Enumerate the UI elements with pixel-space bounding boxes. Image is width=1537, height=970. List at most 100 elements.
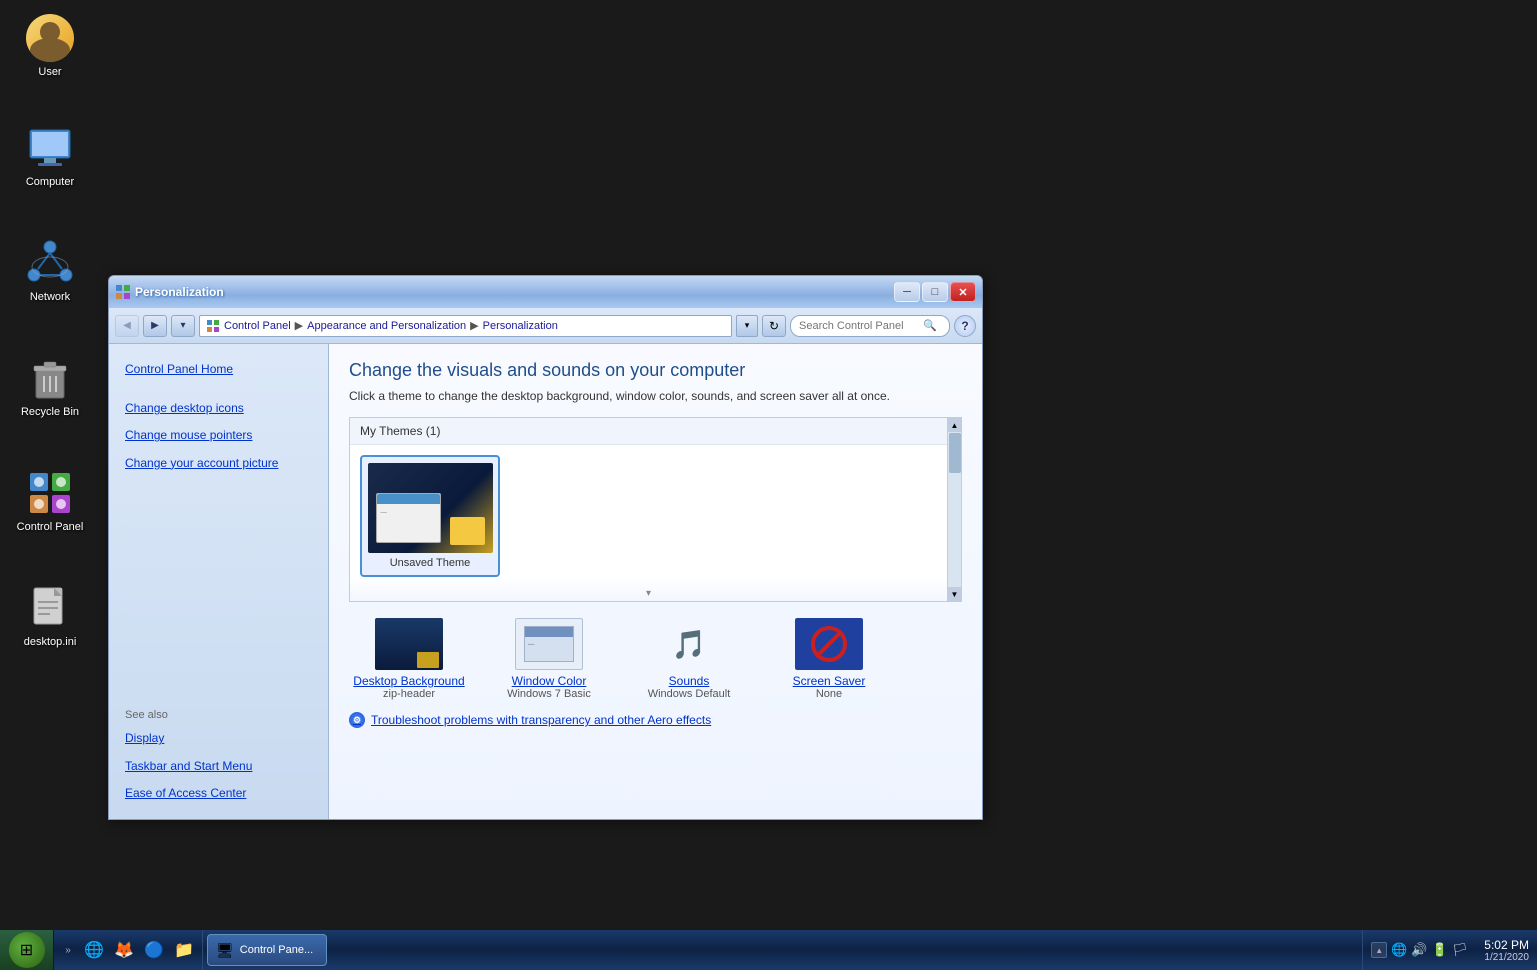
recycle-bin-label: Recycle Bin xyxy=(21,406,79,418)
quick-btn-explorer[interactable]: 📁 xyxy=(170,936,198,964)
sidebar-link-ease-of-access[interactable]: Ease of Access Center xyxy=(109,780,328,807)
breadcrumb-personalization[interactable]: Personalization xyxy=(483,320,558,332)
taskbar-clock[interactable]: 5:02 PM 1/21/2020 xyxy=(1476,930,1537,970)
window-color-label[interactable]: Window Color xyxy=(512,674,587,688)
search-icon[interactable]: 🔍 xyxy=(923,319,937,332)
close-button[interactable]: ✕ xyxy=(950,282,976,302)
desktop-icon-network[interactable]: Network xyxy=(10,235,90,307)
recycle-bin-icon xyxy=(26,354,74,402)
breadcrumb-appearance[interactable]: Appearance and Personalization xyxy=(307,320,466,332)
scrollbar-thumb[interactable] xyxy=(949,433,961,473)
scrollbar-down[interactable]: ▼ xyxy=(948,587,962,601)
desktop-background-label[interactable]: Desktop Background xyxy=(353,674,464,688)
address-bar: ◀ ▶ ▾ Control Panel ▶ Appearance and Per… xyxy=(109,308,982,344)
window-color-sublabel: Windows 7 Basic xyxy=(507,688,591,700)
title-bar-left: Personalization xyxy=(115,284,894,300)
desktop-icon-recycle-bin[interactable]: Recycle Bin xyxy=(10,350,90,422)
taskbar-task-control-panel[interactable]: 🖥 Control Pane... xyxy=(207,934,327,966)
desktop-background-icon xyxy=(373,616,445,672)
window-color-item[interactable]: Window Color Windows 7 Basic xyxy=(489,616,609,700)
network-icon-label: Network xyxy=(30,291,70,303)
troubleshoot-link[interactable]: ⚙ Troubleshoot problems with transparenc… xyxy=(349,712,962,728)
address-dropdown[interactable]: ▾ xyxy=(736,315,758,337)
clock-date: 1/21/2020 xyxy=(1484,952,1529,963)
theme-preview-unsaved xyxy=(368,463,493,553)
themes-body: Unsaved Theme xyxy=(350,445,961,587)
sounds-img: 🎵 xyxy=(655,618,723,670)
sidebar-link-desktop-icons[interactable]: Change desktop icons xyxy=(109,395,328,422)
screen-saver-sublabel: None xyxy=(816,688,842,700)
desktop-icon-control-panel[interactable]: Control Panel xyxy=(10,465,90,537)
sounds-item[interactable]: 🎵 Sounds Windows Default xyxy=(629,616,749,700)
maximize-button[interactable]: □ xyxy=(922,282,948,302)
window-body: Control Panel Home Change desktop icons … xyxy=(109,344,982,819)
sounds-sublabel: Windows Default xyxy=(648,688,731,700)
user-icon xyxy=(26,14,74,62)
back-button[interactable]: ◀ xyxy=(115,315,139,337)
desktop-bg-img xyxy=(375,616,443,672)
desktop-icon-desktop-ini[interactable]: desktop.ini xyxy=(10,580,90,652)
screen-saver-label[interactable]: Screen Saver xyxy=(793,674,866,688)
network-icon xyxy=(26,239,74,287)
sounds-label[interactable]: Sounds xyxy=(669,674,710,688)
screen-saver-item[interactable]: Screen Saver None xyxy=(769,616,889,700)
taskbar: ⊞ » 🌐 🦊 🔵 📁 🖥 Control Pane... ▲ 🌐 🔊 🔋 🏳 … xyxy=(0,930,1537,970)
theme-unsaved[interactable]: Unsaved Theme xyxy=(360,455,500,577)
control-panel-window: Personalization ─ □ ✕ ◀ ▶ ▾ Control Pane… xyxy=(108,275,983,820)
sidebar-link-mouse-pointers[interactable]: Change mouse pointers xyxy=(109,422,328,449)
desktop-ini-icon xyxy=(26,584,74,632)
main-subtitle: Click a theme to change the desktop back… xyxy=(349,389,962,403)
task-label-cp: Control Pane... xyxy=(240,944,313,956)
screen-saver-icon-wrap xyxy=(793,616,865,672)
themes-container[interactable]: My Themes (1) Unsaved Theme ▲ xyxy=(349,417,962,602)
tray-arrow[interactable]: ▲ xyxy=(1371,942,1387,958)
quick-btn-ie[interactable]: 🌐 xyxy=(80,936,108,964)
search-box[interactable]: 🔍 xyxy=(790,315,950,337)
sidebar-link-taskbar[interactable]: Taskbar and Start Menu xyxy=(109,753,328,780)
control-panel-icon xyxy=(26,469,74,517)
tray-icon-network[interactable]: 🌐 xyxy=(1391,942,1407,958)
start-orb: ⊞ xyxy=(9,932,45,968)
window-color-inner xyxy=(524,626,574,662)
down-button[interactable]: ▾ xyxy=(171,315,195,337)
address-path[interactable]: Control Panel ▶ Appearance and Personali… xyxy=(199,315,732,337)
cp-path-icon xyxy=(206,319,220,333)
sidebar-link-account-picture[interactable]: Change your account picture xyxy=(109,450,328,477)
computer-icon-label: Computer xyxy=(26,176,74,188)
window-title: Personalization xyxy=(135,285,224,299)
themes-scrollbar[interactable]: ▲ ▼ xyxy=(947,418,961,601)
taskbar-quick-launch: » 🌐 🦊 🔵 📁 xyxy=(54,930,203,970)
desktop-ini-label: desktop.ini xyxy=(24,636,77,648)
sidebar: Control Panel Home Change desktop icons … xyxy=(109,344,329,819)
tray-icon-action-center[interactable]: 🏳 xyxy=(1452,942,1469,958)
see-also-title: See also xyxy=(109,695,328,725)
forward-button[interactable]: ▶ xyxy=(143,315,167,337)
sidebar-link-display[interactable]: Display xyxy=(109,725,328,752)
scrollbar-track[interactable] xyxy=(948,432,961,587)
computer-icon xyxy=(26,124,74,172)
tray-icon-sound[interactable]: 🔊 xyxy=(1411,942,1427,958)
themes-bottom-hint: ▾ xyxy=(350,577,947,601)
main-title: Change the visuals and sounds on your co… xyxy=(349,360,962,381)
quick-btn-firefox[interactable]: 🦊 xyxy=(110,936,138,964)
help-button[interactable]: ? xyxy=(954,315,976,337)
tray-icon-battery[interactable]: 🔋 xyxy=(1432,942,1448,958)
themes-header: My Themes (1) xyxy=(350,418,961,445)
taskbar-expand[interactable]: » xyxy=(58,936,78,964)
scrollbar-up[interactable]: ▲ xyxy=(948,418,962,432)
search-input[interactable] xyxy=(799,320,919,332)
no-sign xyxy=(811,626,847,662)
title-bar: Personalization ─ □ ✕ xyxy=(109,276,982,308)
quick-btn-chrome[interactable]: 🔵 xyxy=(140,936,168,964)
user-icon-label: User xyxy=(38,66,61,78)
window-color-icon-wrap xyxy=(513,616,585,672)
sidebar-link-home[interactable]: Control Panel Home xyxy=(109,356,328,383)
minimize-button[interactable]: ─ xyxy=(894,282,920,302)
breadcrumb-cp[interactable]: Control Panel xyxy=(224,320,291,332)
taskbar-sys-tray: ▲ 🌐 🔊 🔋 🏳 xyxy=(1362,930,1476,970)
start-button[interactable]: ⊞ xyxy=(0,930,54,970)
desktop-background-item[interactable]: Desktop Background zip-header xyxy=(349,616,469,700)
refresh-button[interactable]: ↻ xyxy=(762,315,786,337)
desktop-icon-computer[interactable]: Computer xyxy=(10,120,90,192)
desktop-icon-user[interactable]: User xyxy=(10,10,90,82)
